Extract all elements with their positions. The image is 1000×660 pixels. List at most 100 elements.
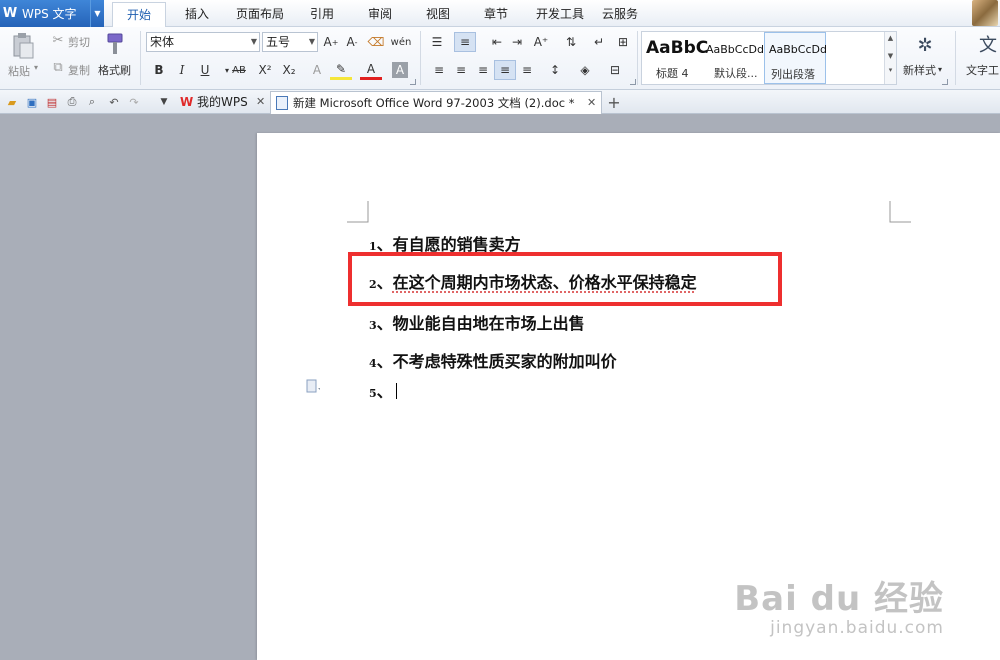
paste-dropdown-icon[interactable]: ▾	[34, 63, 38, 72]
avatar[interactable]	[972, 0, 998, 26]
paragraph-layout-icon[interactable]	[306, 379, 320, 395]
justify-icon[interactable]: ≡	[494, 60, 516, 80]
strikethrough-button[interactable]: AB	[228, 60, 250, 80]
tab-chapter[interactable]: 章节	[474, 0, 518, 27]
superscript-button[interactable]: X²	[254, 60, 276, 80]
save-icon[interactable]: ▣	[24, 94, 40, 110]
quick-access-bar: ▰ ▣ ▤ ⎙ ⌕ ↶ ↷ ▼ W 我的WPS ✕ 新建 Microsoft O…	[0, 90, 1000, 114]
copy-icon[interactable]: ⧉	[50, 59, 66, 75]
ribbon-home: 粘贴 ▾ ✂ 剪切 ⧉ 复制 格式刷 宋体 ▼ 五号 ▼ A + A- ⌫ wén B…	[0, 27, 1000, 90]
borders-icon[interactable]: ⊟	[604, 60, 626, 80]
numbered-list-icon[interactable]: ≡	[454, 32, 476, 52]
style-name: 列出段落	[771, 68, 815, 81]
decrease-indent-icon[interactable]: ⇤	[486, 32, 508, 52]
scissors-icon[interactable]: ✂	[50, 32, 66, 48]
underline-button[interactable]: U	[194, 60, 216, 80]
more-styles-icon[interactable]: ▾	[885, 66, 896, 74]
copy-button[interactable]: 复制	[68, 62, 90, 78]
bold-button[interactable]: B	[148, 60, 170, 80]
text-tool-icon[interactable]: 文	[976, 31, 1000, 57]
paragraph-dialog-launcher[interactable]	[630, 79, 636, 85]
format-painter-button[interactable]: 格式刷	[98, 62, 131, 78]
styles-gallery-scrollbar[interactable]: ▲ ▼ ▾	[884, 32, 896, 84]
shrink-font-icon[interactable]: A-	[341, 32, 363, 52]
chevron-down-icon[interactable]: ▼	[885, 52, 896, 60]
italic-button[interactable]: I	[171, 60, 193, 80]
line-spacing-icon[interactable]: ↕	[544, 60, 566, 80]
wps-logo-icon: W	[2, 6, 18, 21]
tab-view[interactable]: 视图	[416, 0, 460, 27]
tab-references[interactable]: 引用	[300, 0, 344, 27]
font-name-select[interactable]: 宋体 ▼	[146, 32, 260, 52]
align-right-icon[interactable]: ≡	[472, 60, 494, 80]
list-item-text: 物业能自由地在市场上出售	[392, 314, 585, 333]
highlight-color-icon[interactable]: ✎	[330, 60, 352, 80]
text-cursor	[395, 383, 397, 399]
app-menu-button[interactable]: W WPS 文字 ▼	[0, 0, 104, 27]
style-list-paragraph[interactable]: AaBbCcDd 列出段落	[764, 32, 827, 84]
document-page[interactable]: 1、有自愿的销售卖方 2、在这个周期内市场状态、价格水平保持稳定 3、物业能自由…	[257, 133, 1000, 660]
cut-button[interactable]: 剪切	[68, 34, 90, 50]
font-size-value: 五号	[266, 35, 291, 49]
clear-format-icon[interactable]: ⌫	[365, 32, 387, 52]
font-color-icon[interactable]: A	[360, 60, 382, 80]
tab-cloud-service[interactable]: 云服务	[598, 0, 642, 27]
char-scale-icon[interactable]: A⁺	[530, 32, 552, 52]
sort-icon[interactable]: ⇅	[560, 32, 582, 52]
distributed-icon[interactable]: ≡	[516, 60, 538, 80]
new-style-button[interactable]: 新样式	[903, 62, 936, 78]
bullet-list-icon[interactable]: ☰	[426, 32, 448, 52]
print-icon[interactable]: ⎙	[64, 94, 80, 110]
font-dialog-launcher[interactable]	[410, 79, 416, 85]
text-tool-button[interactable]: 文字工	[966, 62, 999, 78]
style-default-paragraph[interactable]: AaBbCcDd 默认段...	[702, 32, 764, 84]
export-pdf-icon[interactable]: ▤	[44, 94, 60, 110]
align-left-icon[interactable]: ≡	[428, 60, 450, 80]
font-size-select[interactable]: 五号 ▼	[262, 32, 318, 52]
print-preview-icon[interactable]: ⌕	[84, 94, 100, 110]
list-item[interactable]: 3、物业能自由地在市场上出售	[369, 310, 585, 334]
show-marks-icon[interactable]: ↵	[588, 32, 610, 52]
new-style-icon[interactable]: ✲	[912, 32, 938, 58]
chevron-down-icon[interactable]: ▼	[90, 0, 104, 27]
subscript-button[interactable]: X₂	[278, 60, 300, 80]
shading-icon[interactable]: ◈	[574, 60, 596, 80]
align-center-icon[interactable]: ≡	[450, 60, 472, 80]
style-heading-4[interactable]: AaBbC 标题 4	[642, 32, 708, 84]
tab-developer-tools[interactable]: 开发工具	[530, 0, 590, 27]
char-shading-icon[interactable]: A	[392, 62, 408, 78]
grow-font-icon[interactable]: A +	[320, 32, 342, 52]
open-icon[interactable]: ▰	[4, 94, 20, 110]
pinyin-guide-icon[interactable]: wén	[388, 32, 414, 52]
new-tab-plus-icon[interactable]: +	[606, 93, 622, 112]
style-name: 标题 4	[656, 67, 689, 80]
tab-review[interactable]: 审阅	[358, 0, 402, 27]
customize-toolbar-icon[interactable]: ▼	[156, 94, 172, 110]
undo-icon[interactable]: ↶	[106, 94, 122, 110]
chevron-down-icon[interactable]: ▾	[938, 65, 942, 74]
chevron-up-icon[interactable]: ▲	[885, 34, 896, 42]
tab-current-document[interactable]: 新建 Microsoft Office Word 97-2003 文档 (2).…	[270, 91, 602, 114]
document-workspace: 1、有自愿的销售卖方 2、在这个周期内市场状态、价格水平保持稳定 3、物业能自由…	[0, 115, 1000, 660]
close-icon[interactable]: ✕	[587, 92, 596, 114]
list-item[interactable]: 5、	[369, 378, 397, 402]
tab-insert[interactable]: 插入	[175, 0, 219, 27]
list-item[interactable]: 4、不考虑特殊性质买家的附加叫价	[369, 348, 617, 372]
table-border-icon[interactable]: ⊞	[612, 32, 634, 52]
redo-icon[interactable]: ↷	[126, 94, 142, 110]
watermark-url: jingyan.baidu.com	[770, 618, 944, 638]
chevron-down-icon: ▼	[250, 37, 257, 46]
list-number: 4	[369, 357, 377, 370]
styles-dialog-launcher[interactable]	[942, 79, 948, 85]
text-effect-icon[interactable]: A	[306, 60, 328, 80]
format-painter-icon[interactable]	[103, 31, 127, 57]
paste-icon[interactable]	[10, 31, 36, 61]
tab-page-layout[interactable]: 页面布局	[230, 0, 290, 27]
chevron-down-icon: ▼	[308, 37, 315, 46]
tab-home[interactable]: 开始	[112, 2, 166, 28]
paste-button[interactable]: 粘贴	[8, 63, 30, 79]
increase-indent-icon[interactable]: ⇥	[506, 32, 528, 52]
close-icon[interactable]: ✕	[256, 91, 265, 113]
tab-my-wps[interactable]: W 我的WPS ✕	[176, 91, 268, 114]
doc-tab-label: 新建 Microsoft Office Word 97-2003 文档 (2).…	[293, 96, 575, 110]
